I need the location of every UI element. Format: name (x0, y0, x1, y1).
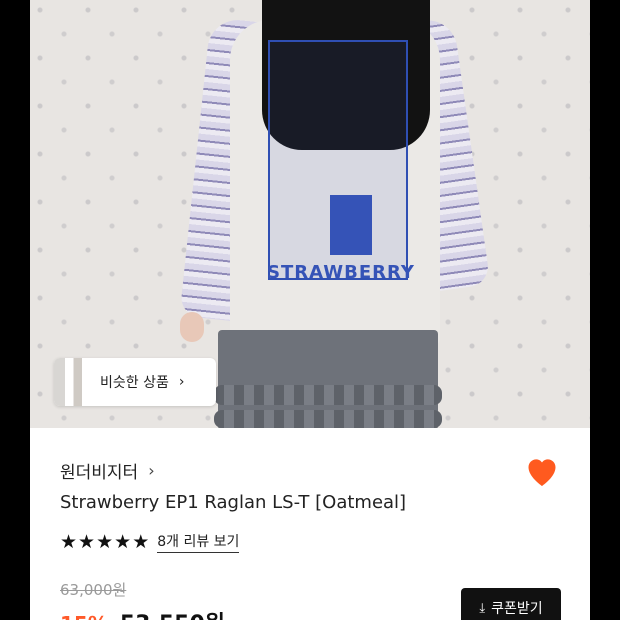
product-info-panel: 원더비지터 › Strawberry EP1 Raglan LS-T [Oatm… (30, 428, 590, 620)
star-icon: ★ (114, 530, 132, 553)
star-icon: ★ (96, 530, 114, 553)
rating-row[interactable]: ★ ★ ★ ★ ★ 8개 리뷰 보기 (60, 530, 240, 553)
original-price: 63,000원 (60, 581, 127, 599)
coupon-label: 쿠폰받기 (491, 601, 543, 617)
similar-products-label: 비슷한 상품 (100, 375, 169, 391)
model-hand (180, 312, 204, 342)
chevron-right-icon: › (148, 461, 155, 480)
brand-name: 원더비지터 (60, 463, 139, 483)
skirt-ruffle (214, 385, 442, 405)
skirt-ruffle-lower (214, 410, 442, 428)
screen: STRAWBERRY 비슷한 상품 › 원더비지터 › Strawberry E… (0, 0, 620, 620)
similar-thumbnail (54, 358, 82, 406)
star-icon: ★ (78, 530, 96, 553)
sale-price: 53,550원 (120, 606, 225, 620)
star-rating: ★ ★ ★ ★ ★ (60, 530, 150, 553)
download-icon: ⤓ (479, 600, 486, 616)
sale-price-row: 15% 53,550원 (60, 606, 225, 620)
star-icon: ★ (132, 530, 150, 553)
shirt-print-block (330, 195, 372, 255)
similar-products-button[interactable]: 비슷한 상품 › (54, 358, 216, 406)
heart-icon[interactable] (524, 454, 560, 490)
chevron-right-icon: › (178, 374, 185, 390)
shirt-print-word: STRAWBERRY (267, 262, 415, 283)
brand-link[interactable]: 원더비지터 › (60, 458, 155, 483)
star-icon: ★ (60, 530, 78, 553)
discount-rate: 15% (60, 612, 108, 620)
view-reviews-link[interactable]: 8개 리뷰 보기 (157, 531, 240, 553)
product-title: Strawberry EP1 Raglan LS-T [Oatmeal] (60, 492, 407, 513)
get-coupon-button[interactable]: ⤓ 쿠폰받기 (461, 588, 561, 620)
